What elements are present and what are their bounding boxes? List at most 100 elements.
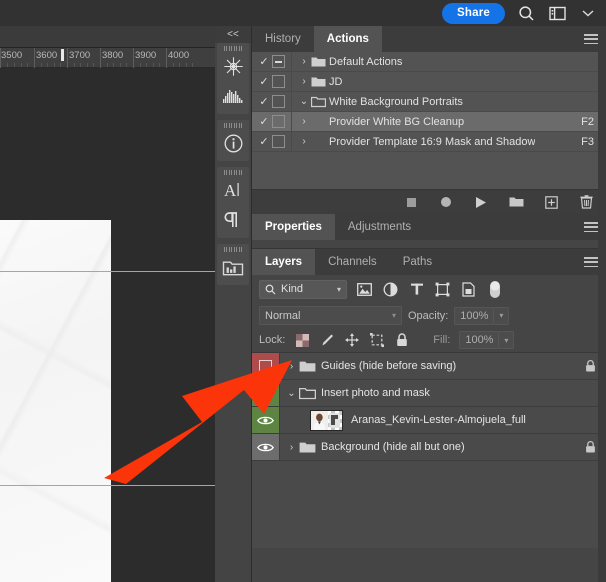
layer-expand-arrow[interactable]: › bbox=[284, 361, 299, 372]
actions-panel-menu-icon[interactable] bbox=[584, 34, 598, 44]
action-row[interactable]: ✓ › JD bbox=[252, 71, 606, 92]
layer-row[interactable]: › Guides (hide before saving) bbox=[252, 353, 606, 380]
layer-row[interactable]: ⌄ Insert photo and mask bbox=[252, 380, 606, 407]
action-collapse-arrow[interactable]: ⌄ bbox=[297, 96, 311, 107]
stop-icon[interactable] bbox=[403, 194, 419, 210]
layer-filter-kind-select[interactable]: Kind ▾ bbox=[259, 279, 347, 299]
rail-collapse-button[interactable]: << bbox=[215, 26, 251, 43]
action-dialog-toggle[interactable] bbox=[272, 135, 285, 148]
layer-visibility-toggle[interactable] bbox=[252, 434, 280, 460]
tab-adjustments[interactable]: Adjustments bbox=[335, 214, 424, 240]
play-icon[interactable] bbox=[473, 194, 489, 210]
action-expand-arrow[interactable]: › bbox=[297, 56, 311, 67]
properties-panel-menu-icon[interactable] bbox=[584, 222, 598, 232]
action-dialog-toggle[interactable] bbox=[272, 55, 285, 68]
action-expand-arrow[interactable]: › bbox=[297, 136, 311, 147]
lock-image-icon[interactable] bbox=[319, 332, 335, 348]
panel-scroll-gutter[interactable] bbox=[598, 26, 606, 582]
action-row[interactable]: ✓ › Default Actions bbox=[252, 51, 606, 72]
lock-artboard-icon[interactable] bbox=[369, 332, 385, 348]
layer-content[interactable]: › Background (hide all but one) bbox=[280, 434, 606, 460]
action-expand-arrow[interactable]: › bbox=[297, 116, 311, 127]
horizontal-guide[interactable] bbox=[0, 485, 215, 486]
type-filter-icon[interactable] bbox=[408, 281, 425, 298]
fill-input[interactable]: 100% bbox=[459, 331, 500, 349]
tab-actions[interactable]: Actions bbox=[313, 26, 382, 52]
filter-toggle-icon[interactable] bbox=[486, 280, 503, 298]
layer-thumbnail[interactable] bbox=[310, 409, 343, 431]
lock-transparent-icon[interactable] bbox=[294, 332, 310, 348]
folder-open-icon bbox=[311, 96, 329, 108]
action-enabled-check[interactable]: ✓ bbox=[256, 135, 272, 148]
paragraph-icon[interactable] bbox=[217, 205, 249, 235]
lock-all-icon[interactable] bbox=[394, 332, 410, 348]
rail-group-adjustments bbox=[217, 43, 249, 114]
rail-grip[interactable] bbox=[217, 244, 249, 252]
layers-panel-menu-icon[interactable] bbox=[584, 257, 598, 267]
horizontal-ruler[interactable]: 3500 3600 3700 3800 3900 4000 bbox=[0, 48, 215, 68]
workspace-icon[interactable] bbox=[547, 3, 567, 23]
action-dialog-toggle[interactable] bbox=[272, 75, 285, 88]
share-button[interactable]: Share bbox=[442, 2, 505, 24]
ruler-label: 3800 bbox=[102, 50, 124, 61]
pixel-filter-icon[interactable] bbox=[356, 281, 373, 298]
new-set-icon[interactable] bbox=[508, 194, 524, 210]
divider bbox=[291, 111, 292, 132]
tab-properties[interactable]: Properties bbox=[252, 214, 335, 240]
adjustment-filter-icon[interactable] bbox=[382, 281, 399, 298]
record-icon[interactable] bbox=[438, 194, 454, 210]
adjustments-icon[interactable] bbox=[217, 51, 249, 81]
blend-mode-select[interactable]: Normal ▾ bbox=[259, 306, 402, 325]
rail-grip[interactable] bbox=[217, 43, 249, 51]
layer-lock-icon bbox=[585, 360, 596, 373]
histogram-icon[interactable] bbox=[217, 81, 249, 111]
info-icon[interactable] bbox=[217, 128, 249, 158]
chevron-down-icon[interactable] bbox=[578, 3, 598, 23]
tab-layers[interactable]: Layers bbox=[252, 249, 316, 275]
action-row[interactable]: ✓ › Provider Template 16:9 Mask and Shad… bbox=[252, 131, 606, 152]
layer-row[interactable]: Aranas_Kevin-Lester-Almojuela_full bbox=[252, 407, 606, 434]
action-enabled-check[interactable]: ✓ bbox=[256, 115, 272, 128]
ruler-label: 3600 bbox=[36, 50, 58, 61]
tab-paths[interactable]: Paths bbox=[390, 249, 445, 275]
rail-grip[interactable] bbox=[217, 120, 249, 128]
action-row[interactable]: ✓ ⌄ White Background Portraits bbox=[252, 91, 606, 112]
layer-visibility-toggle[interactable] bbox=[252, 353, 280, 379]
fill-stepper[interactable]: ▾ bbox=[499, 331, 515, 349]
opacity-input[interactable]: 100% bbox=[454, 306, 495, 325]
action-expand-arrow[interactable]: › bbox=[297, 76, 311, 87]
character-icon[interactable]: A bbox=[217, 175, 249, 205]
horizontal-guide[interactable] bbox=[0, 271, 215, 272]
layer-row[interactable]: › Background (hide all but one) bbox=[252, 434, 606, 461]
action-enabled-check[interactable]: ✓ bbox=[256, 75, 272, 88]
ruler-guide-marker[interactable] bbox=[61, 49, 64, 61]
new-action-icon[interactable] bbox=[543, 194, 559, 210]
shape-filter-icon[interactable] bbox=[434, 281, 451, 298]
layer-content[interactable]: › Guides (hide before saving) bbox=[280, 353, 606, 379]
tab-channels[interactable]: Channels bbox=[315, 249, 390, 275]
lock-position-icon[interactable] bbox=[344, 332, 360, 348]
fill-control[interactable]: 100% ▾ bbox=[459, 331, 515, 349]
layer-visibility-toggle[interactable] bbox=[252, 380, 280, 406]
action-enabled-check[interactable]: ✓ bbox=[256, 55, 272, 68]
layer-expand-arrow[interactable]: › bbox=[284, 442, 299, 453]
delete-icon[interactable] bbox=[578, 194, 594, 210]
opacity-control[interactable]: 100% ▾ bbox=[454, 306, 510, 325]
canvas-workarea[interactable] bbox=[0, 68, 215, 582]
rail-grip[interactable] bbox=[217, 167, 249, 175]
right-panel-column: History Actions ✓ › Default Actions ✓ › … bbox=[252, 26, 606, 582]
search-icon[interactable] bbox=[516, 3, 536, 23]
action-dialog-toggle[interactable] bbox=[272, 95, 285, 108]
opacity-stepper[interactable]: ▾ bbox=[494, 306, 510, 325]
action-dialog-toggle[interactable] bbox=[272, 115, 285, 128]
libraries-icon[interactable] bbox=[217, 252, 249, 282]
action-row-selected[interactable]: ✓ › Provider White BG Cleanup F2 bbox=[252, 111, 606, 132]
tab-history[interactable]: History bbox=[252, 26, 314, 52]
action-enabled-check[interactable]: ✓ bbox=[256, 95, 272, 108]
smart-object-filter-icon[interactable] bbox=[460, 281, 477, 298]
layer-content[interactable]: ⌄ Insert photo and mask bbox=[280, 380, 606, 406]
layer-content[interactable]: Aranas_Kevin-Lester-Almojuela_full bbox=[280, 407, 606, 433]
layer-collapse-arrow[interactable]: ⌄ bbox=[284, 388, 299, 399]
properties-panel: Properties Adjustments bbox=[252, 214, 606, 249]
layer-visibility-toggle[interactable] bbox=[252, 407, 280, 433]
